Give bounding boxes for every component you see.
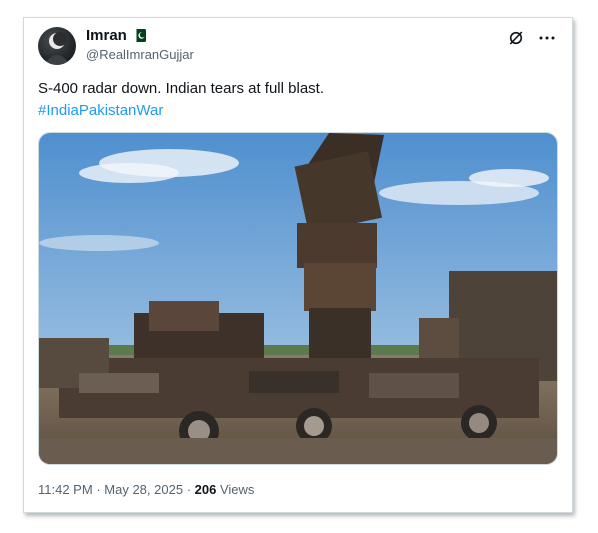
meta-separator: · <box>186 482 192 497</box>
hashtag-link[interactable]: #IndiaPakistanWar <box>38 100 324 122</box>
tweet-time[interactable]: 11:42 PM <box>38 482 93 497</box>
views-count: 206 <box>194 482 217 497</box>
more-dots-icon[interactable] <box>538 35 556 41</box>
avatar[interactable] <box>38 27 76 65</box>
meta-separator: · <box>96 482 101 497</box>
views-label: Views <box>219 482 255 497</box>
avatar-crescent-icon <box>44 32 70 65</box>
tweet-media-photo[interactable] <box>38 132 558 465</box>
author-handle[interactable]: @RealImranGujjar <box>86 47 194 62</box>
tweet-date[interactable]: May 28, 2025 <box>104 482 183 497</box>
tweet-text: S-400 radar down. Indian tears at full b… <box>38 78 324 122</box>
burned-radar-vehicle-photo <box>39 133 557 464</box>
tweet-body: S-400 radar down. Indian tears at full b… <box>38 80 324 97</box>
tweet-meta: 11:42 PM · May 28, 2025 · 206 Views <box>38 482 254 497</box>
author-row: Imran <box>86 27 146 44</box>
pakistan-flag-icon <box>132 29 146 42</box>
tweet-actions-top <box>508 30 556 46</box>
tweet-card[interactable]: Imran @RealImranGujjar S-400 radar down.… <box>23 17 573 513</box>
grok-slash-icon[interactable] <box>508 30 524 46</box>
author-name[interactable]: Imran <box>86 27 127 44</box>
